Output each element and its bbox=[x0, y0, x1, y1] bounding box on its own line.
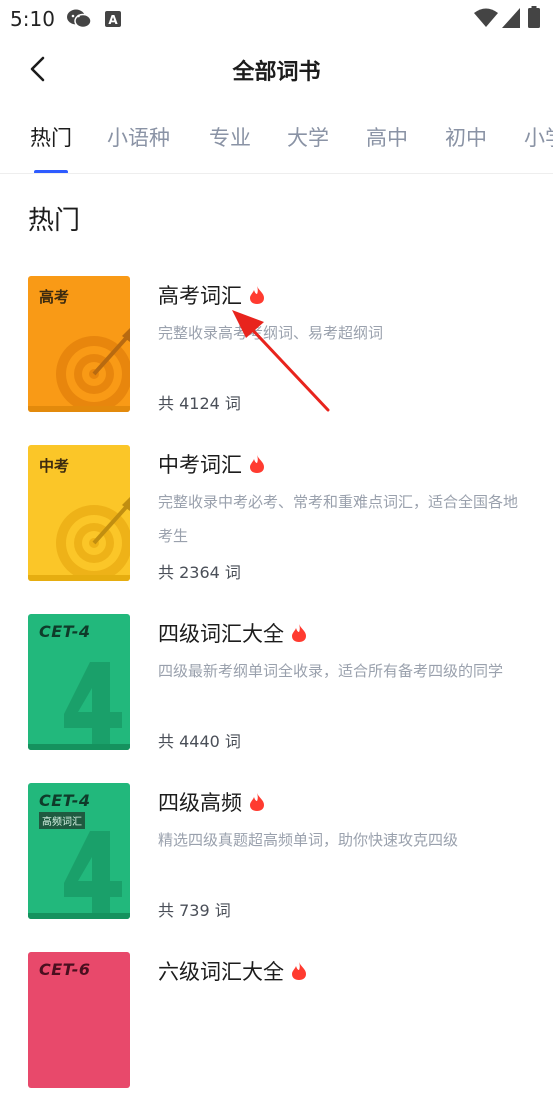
cover-label: CET-6 bbox=[39, 960, 91, 979]
tab-middle-school[interactable]: 初中 bbox=[445, 122, 487, 152]
battery-icon bbox=[528, 6, 540, 28]
header: 全部词书 bbox=[0, 38, 553, 100]
cover-sublabel: 高频词汇 bbox=[39, 812, 85, 829]
book-title-row: 四级词汇大全 bbox=[158, 618, 306, 648]
category-tabs: 热门 小语种 专业 大学 高中 初中 小学 bbox=[0, 100, 553, 174]
wifi-icon bbox=[474, 8, 498, 27]
tab-minor-languages[interactable]: 小语种 bbox=[107, 122, 170, 152]
book-cover: CET-4 高频词汇 bbox=[28, 783, 130, 919]
hot-flame-icon bbox=[250, 286, 264, 304]
book-cover: 高考 bbox=[28, 276, 130, 412]
book-title: 高考词汇 bbox=[158, 284, 242, 308]
wechat-icon bbox=[67, 9, 92, 29]
book-description: 完整收录高考考纲词、易考超纲词 bbox=[158, 324, 384, 342]
book-item-gaokao[interactable]: 高考 高考词汇 完整收录高考考纲词、易考超纲词 共 4124 词 bbox=[0, 276, 553, 426]
book-title: 四级词汇大全 bbox=[158, 622, 284, 646]
tab-university[interactable]: 大学 bbox=[287, 122, 329, 152]
word-count: 共 739 词 bbox=[158, 901, 231, 920]
book-item-cet4-full[interactable]: CET-4 四级词汇大全 四级最新考纲单词全收录，适合所有备考四级的同学 共 4… bbox=[0, 614, 553, 764]
tab-high-school[interactable]: 高中 bbox=[366, 122, 408, 152]
tab-major[interactable]: 专业 bbox=[209, 122, 251, 152]
hot-flame-icon bbox=[292, 624, 306, 642]
cover-spine bbox=[28, 913, 130, 919]
book-title: 四级高频 bbox=[158, 791, 242, 815]
cover-label: CET-4 bbox=[39, 622, 91, 641]
cover-label: CET-4 bbox=[39, 791, 91, 810]
book-title-row: 四级高频 bbox=[158, 787, 264, 817]
word-count: 共 4124 词 bbox=[158, 394, 241, 413]
active-tab-indicator bbox=[34, 170, 68, 173]
section-title: 热门 bbox=[28, 206, 81, 236]
page-title: 全部词书 bbox=[232, 60, 321, 85]
signal-icon bbox=[502, 8, 520, 28]
cover-spine bbox=[28, 575, 130, 581]
book-title: 中考词汇 bbox=[158, 453, 242, 477]
hot-flame-icon bbox=[250, 793, 264, 811]
book-description: 四级最新考纲单词全收录，适合所有备考四级的同学 bbox=[158, 662, 504, 680]
book-description: 精选四级真题超高频单词，助你快速攻克四级 bbox=[158, 831, 459, 849]
book-cover: CET-4 bbox=[28, 614, 130, 750]
keyboard-a-icon: A bbox=[105, 11, 121, 27]
book-title-row: 六级词汇大全 bbox=[158, 956, 306, 986]
hot-flame-icon bbox=[250, 455, 264, 473]
cover-spine bbox=[28, 406, 130, 412]
cover-label: 中考 bbox=[39, 457, 70, 475]
status-time: 5:10 bbox=[10, 7, 55, 31]
tab-hot[interactable]: 热门 bbox=[30, 122, 72, 152]
word-count: 共 4440 词 bbox=[158, 732, 241, 751]
book-description: 完整收录中考必考、常考和重难点词汇，适合全国各地考生 bbox=[158, 493, 519, 545]
book-cover: 中考 bbox=[28, 445, 130, 581]
hot-flame-icon bbox=[292, 962, 306, 980]
book-item-cet4-high-frequency[interactable]: CET-4 高频词汇 四级高频 精选四级真题超高频单词，助你快速攻克四级 共 7… bbox=[0, 783, 553, 933]
svg-text:A: A bbox=[108, 13, 118, 27]
book-title: 六级词汇大全 bbox=[158, 960, 284, 984]
book-title-row: 高考词汇 bbox=[158, 280, 264, 310]
cover-spine bbox=[28, 744, 130, 750]
book-item-zhongkao[interactable]: 中考 中考词汇 完整收录中考必考、常考和重难点词汇，适合全国各地考生 共 236… bbox=[0, 445, 553, 595]
word-count: 共 2364 词 bbox=[158, 563, 241, 582]
book-title-row: 中考词汇 bbox=[158, 449, 264, 479]
status-bar: 5:10 A bbox=[0, 0, 553, 38]
cover-label: 高考 bbox=[39, 288, 70, 306]
book-cover: CET-6 bbox=[28, 952, 130, 1088]
book-item-cet6-full[interactable]: CET-6 六级词汇大全 bbox=[0, 952, 553, 1102]
tab-primary-school[interactable]: 小学 bbox=[524, 122, 553, 152]
